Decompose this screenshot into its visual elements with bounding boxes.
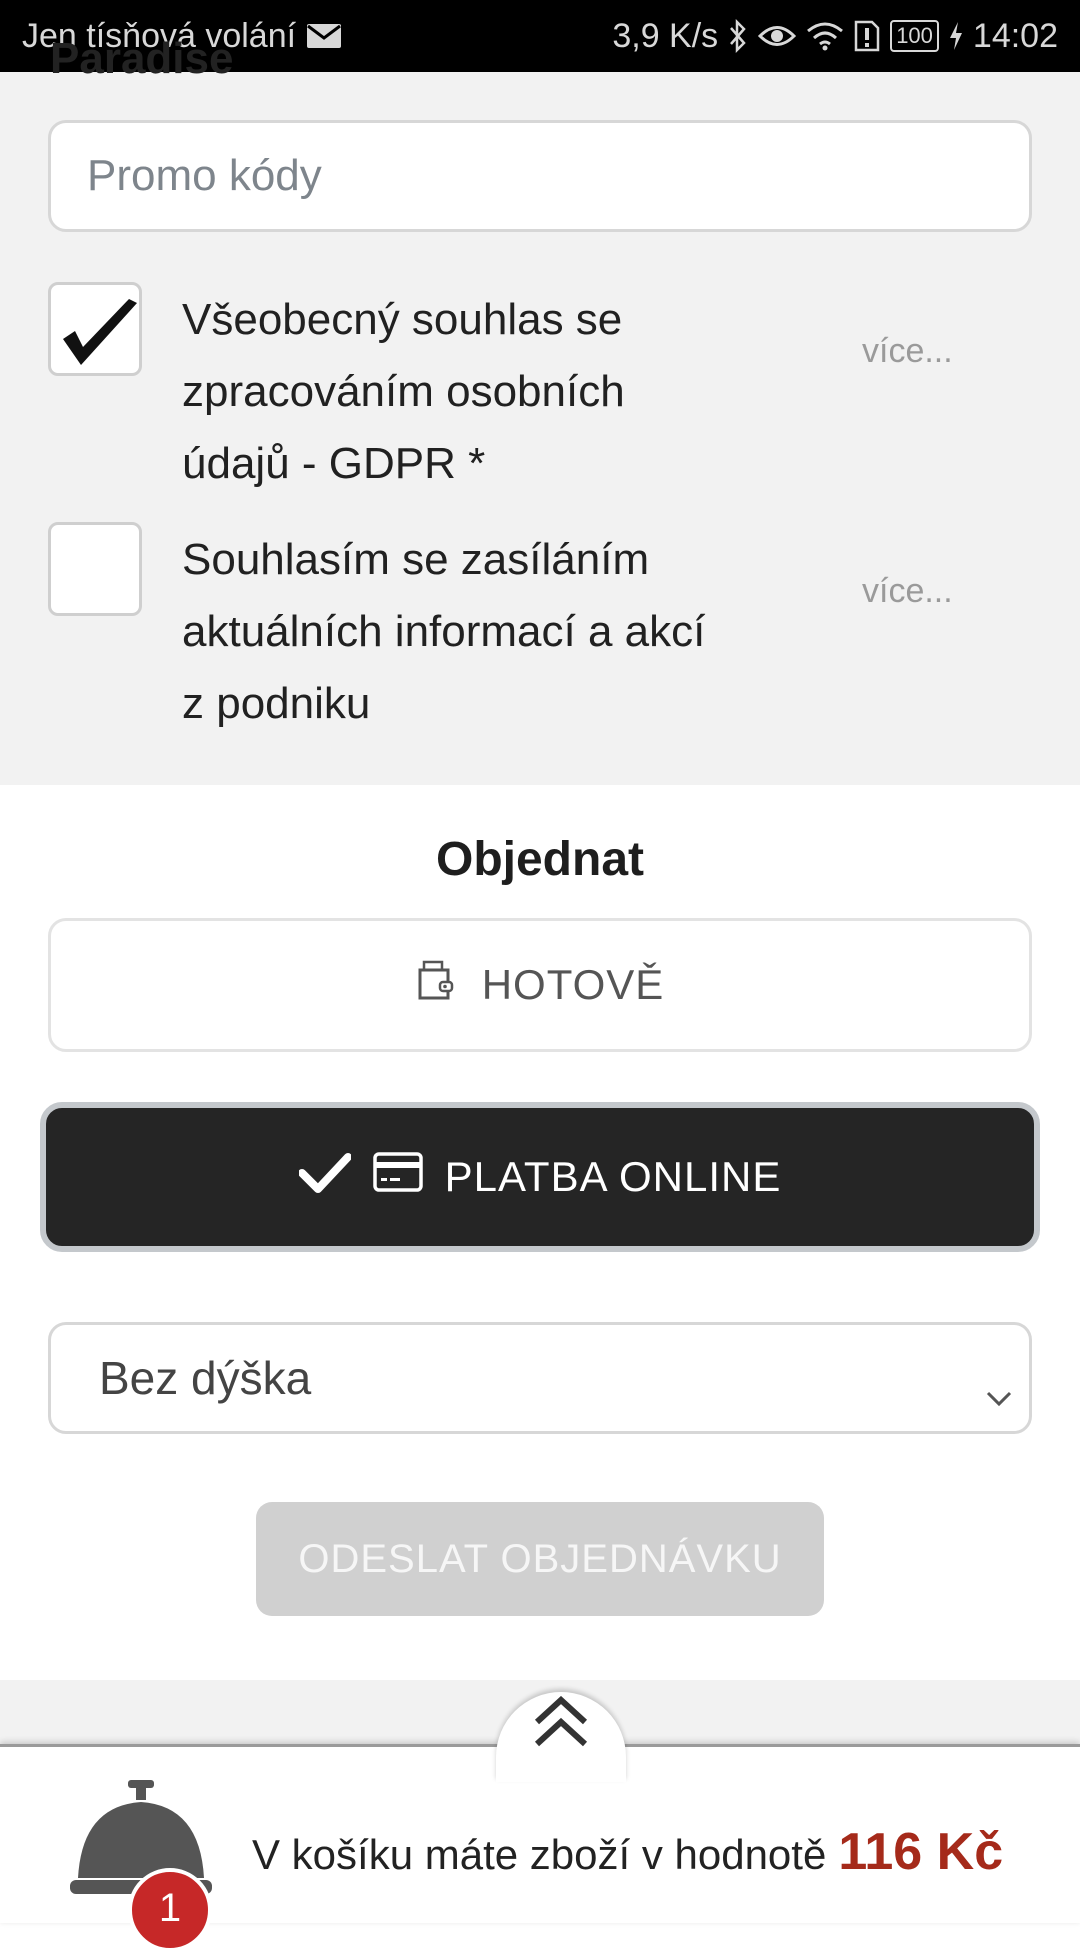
pay-cash-label: HOTOVĚ xyxy=(481,961,665,1008)
double-chevron-up-icon xyxy=(534,1696,588,1747)
wallet-icon xyxy=(416,958,456,1012)
gdpr-checkbox[interactable] xyxy=(48,282,142,376)
gdpr-consent: Všeobecný souhlas se zpracováním osobníc… xyxy=(48,282,1038,488)
submit-order-button[interactable]: ODESLAT OBJEDNÁVKU xyxy=(256,1502,824,1616)
eye-icon xyxy=(758,23,797,49)
cart-summary: V košíku máte zboží v hodnotě 116 Kč xyxy=(252,1822,1003,1882)
battery-icon: 100 xyxy=(890,20,939,52)
form-section: Paradise Všeobecný souhlas se zpracování… xyxy=(0,34,1080,785)
alert-sim-icon xyxy=(854,20,880,52)
order-title: Objednat xyxy=(435,833,644,886)
tip-select-value: Bez dýška xyxy=(99,1352,312,1404)
newsletter-more-link[interactable]: více... xyxy=(862,572,953,611)
section-heading: Paradise xyxy=(50,34,234,83)
bluetooth-icon xyxy=(728,19,748,53)
charging-icon xyxy=(949,21,963,51)
mail-icon xyxy=(306,22,342,50)
check-icon xyxy=(297,1151,352,1203)
pay-cash-button[interactable]: HOTOVĚ xyxy=(48,918,1032,1052)
pay-online-label: PLATBA ONLINE xyxy=(444,1153,782,1200)
network-speed: 3,9 K/s xyxy=(612,16,719,55)
cart-summary-text: V košíku máte zboží v hodnotě xyxy=(252,1831,827,1878)
credit-card-icon xyxy=(372,1152,423,1202)
checkmark-icon xyxy=(63,299,137,365)
pay-online-button[interactable]: PLATBA ONLINE xyxy=(40,1102,1040,1252)
chevron-down-icon xyxy=(985,1365,1013,1419)
newsletter-checkbox[interactable] xyxy=(48,522,142,616)
gdpr-consent-label: Všeobecný souhlas se zpracováním osobníc… xyxy=(182,295,625,488)
newsletter-consent: Souhlasím se zasíláním aktuálních inform… xyxy=(48,522,1038,742)
tip-select[interactable]: Bez dýška xyxy=(48,1322,1032,1434)
cart-price: 116 Kč xyxy=(838,1823,1004,1881)
wifi-icon xyxy=(806,21,844,51)
clock: 14:02 xyxy=(972,16,1058,55)
cart-count-badge: 1 xyxy=(128,1868,212,1952)
gdpr-more-link[interactable]: více... xyxy=(862,332,953,371)
newsletter-consent-label: Souhlasím se zasíláním aktuálních inform… xyxy=(182,535,706,728)
promo-code-input[interactable] xyxy=(48,120,1032,232)
